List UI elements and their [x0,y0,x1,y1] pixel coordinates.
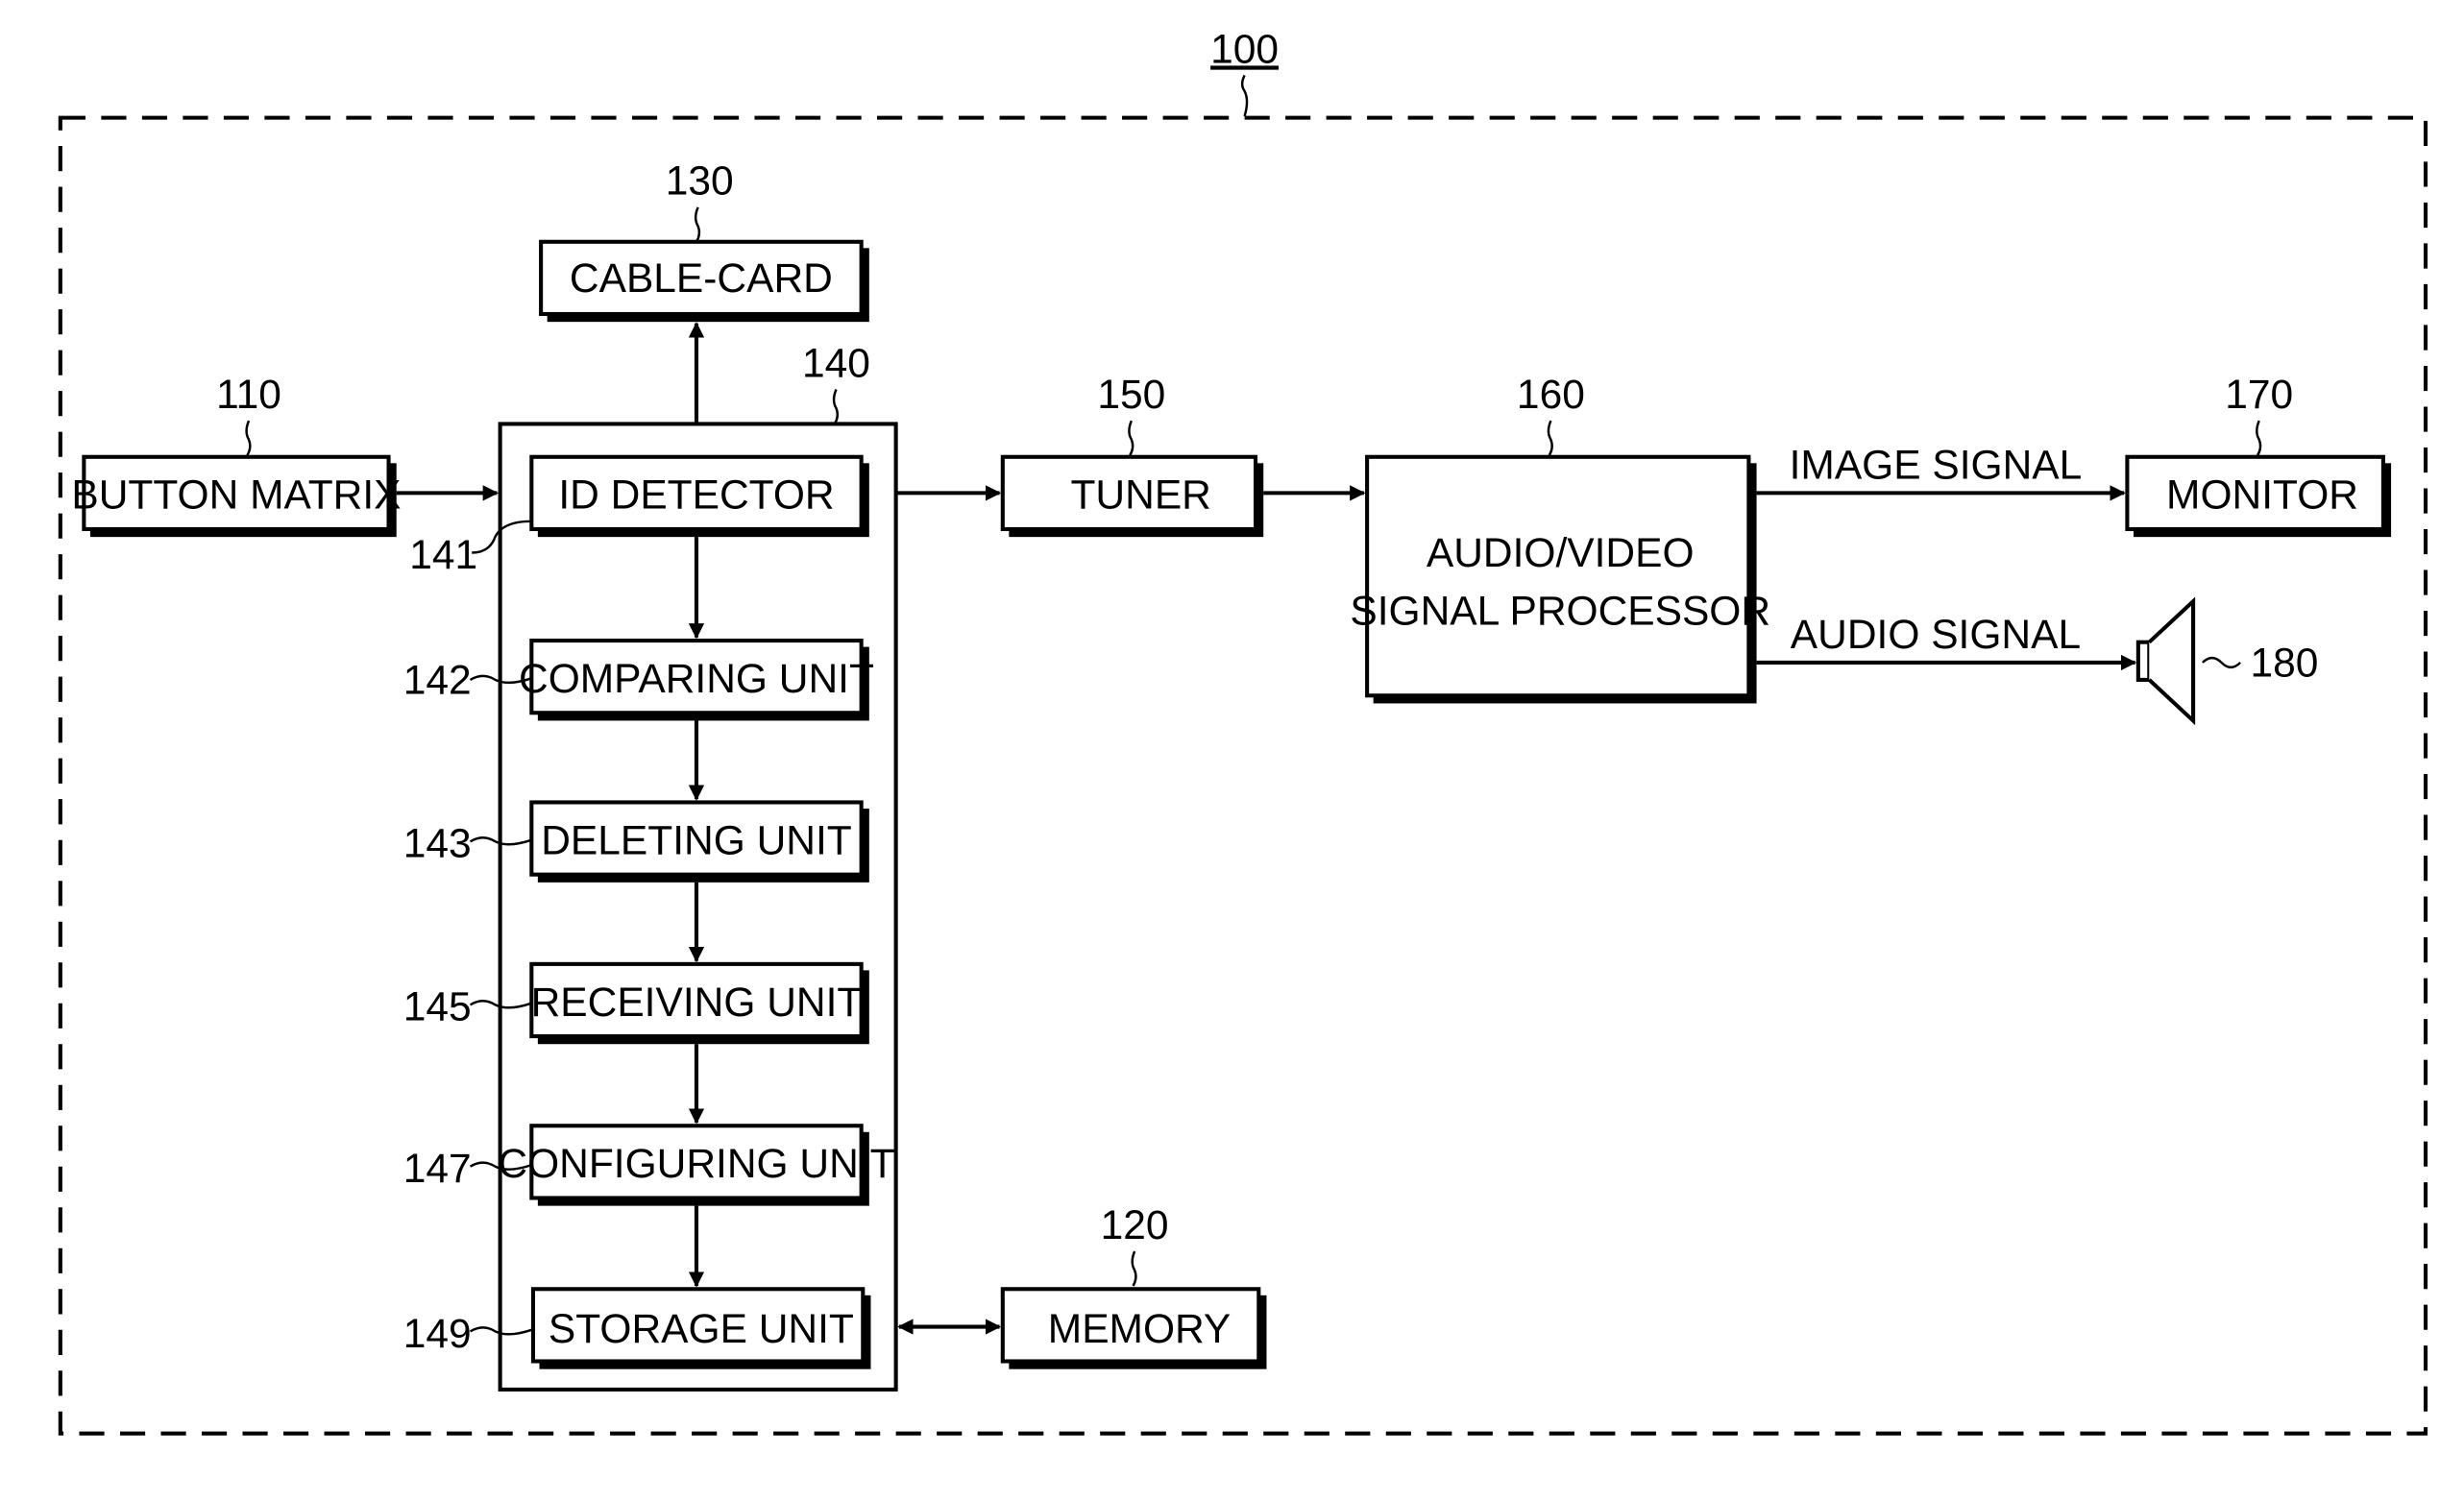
receiving-unit-block[interactable]: RECEIVING UNIT 145 [403,961,869,1045]
system-100: 100 [58,27,2428,1436]
storage-unit-label: STORAGE UNIT [549,1307,854,1352]
deleting-unit-label: DELETING UNIT [541,818,852,863]
audio-signal-label: AUDIO SIGNAL [1791,613,2081,658]
memory-block[interactable]: 120 MEMORY [1000,1203,1267,1369]
monitor-label: MONITOR [2166,473,2358,519]
id-detector-label: ID DETECTOR [558,473,834,519]
cable-card-ref: 130 [666,159,734,205]
system-boundary [58,115,2428,1436]
tuner-label: TUNER [1070,473,1210,519]
tuner-ref: 150 [1097,373,1165,418]
speaker-ref: 180 [2250,642,2318,687]
av-processor-ref: 160 [1517,373,1585,418]
configuring-unit-label: CONFIGURING UNIT [498,1142,894,1187]
av-processor-label-line1: AUDIO/VIDEO [1427,531,1695,576]
monitor-ref: 170 [2225,373,2293,418]
id-detector-ref: 141 [409,533,477,578]
button-matrix-ref: 110 [216,373,281,418]
button-matrix-label: BUTTON MATRIX [71,473,401,519]
image-signal-label: IMAGE SIGNAL [1790,444,2083,489]
cable-card-label: CABLE-CARD [570,256,833,302]
button-matrix-block[interactable]: 110 BUTTON MATRIX [71,373,402,538]
comparing-unit-block[interactable]: COMPARING UNIT 142 [403,639,874,721]
storage-unit-block[interactable]: STORAGE UNIT 149 [403,1287,871,1369]
memory-ref: 120 [1101,1203,1169,1248]
system-ref: 100 [1210,27,1279,72]
speaker-icon: 180 [2135,596,2318,726]
deleting-unit-ref: 143 [403,822,472,867]
comparing-unit-ref: 142 [403,659,472,704]
av-processor-label-line2: SIGNAL PROCESSOR [1350,590,1770,635]
block-diagram: 100 130 CABLE-CARD 140 110 BUTTON MATRIX… [58,27,2428,1436]
configuring-unit-block[interactable]: CONFIGURING UNIT 147 [403,1124,895,1206]
monitor-block[interactable]: 170 MONITOR [2125,373,2392,538]
memory-label: MEMORY [1048,1307,1231,1352]
tuner-block[interactable]: 150 TUNER [1000,373,1264,538]
comparing-unit-label: COMPARING UNIT [519,657,874,702]
cable-card-block[interactable]: 130 CABLE-CARD [539,159,869,323]
av-processor-block[interactable]: 160 AUDIO/VIDEO SIGNAL PROCESSOR [1350,373,1770,704]
receiving-unit-label: RECEIVING UNIT [531,980,863,1026]
configuring-unit-ref: 147 [403,1147,472,1192]
controller-ref: 140 [802,341,870,386]
storage-unit-ref: 149 [403,1312,472,1357]
deleting-unit-block[interactable]: DELETING UNIT 143 [403,800,869,883]
receiving-unit-ref: 145 [403,985,472,1030]
